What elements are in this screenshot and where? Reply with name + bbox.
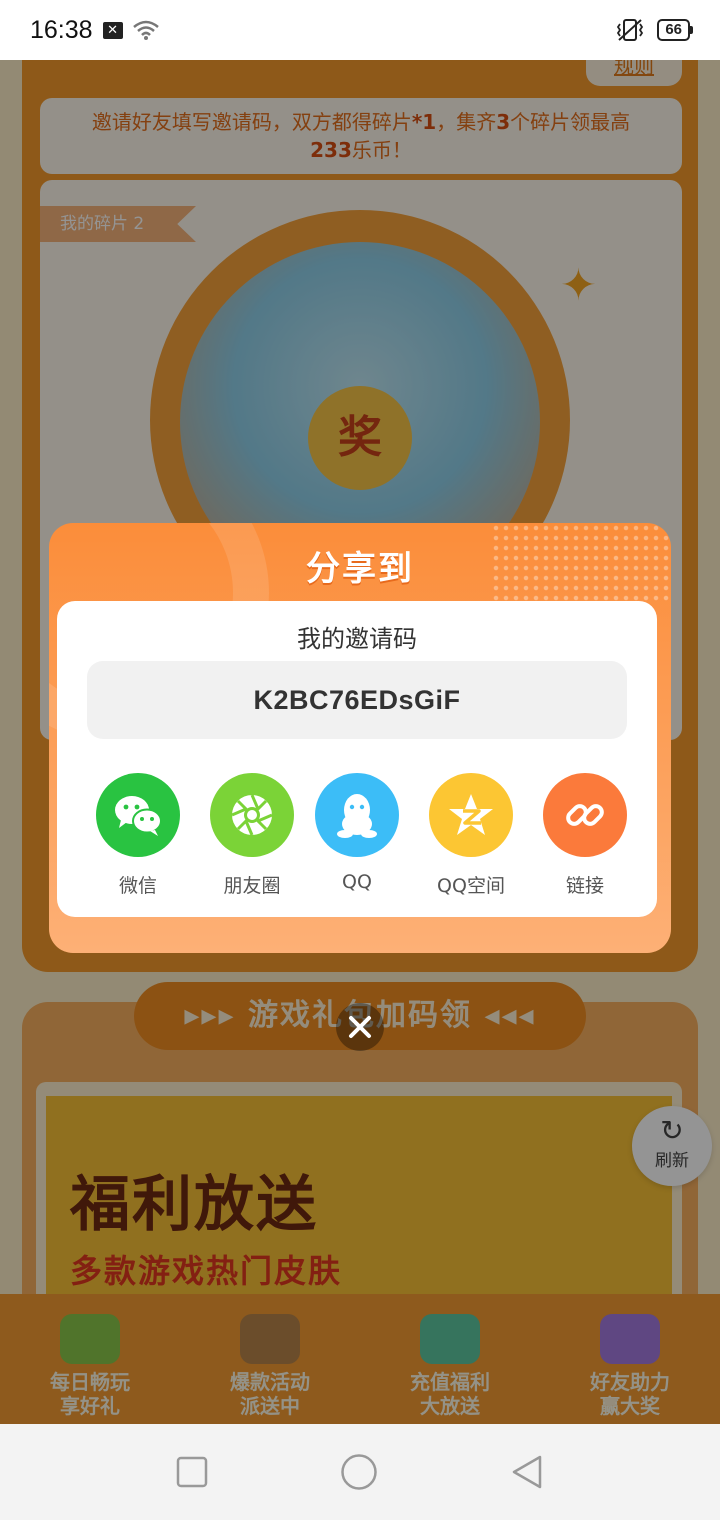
share-card: 我的邀请码 K2BC76EDsGiF 微信 朋友圈 QQ QQ空间 链接 [57, 601, 657, 917]
wechat-icon [96, 773, 180, 857]
share-link-label: 链接 [565, 875, 604, 897]
share-options: 微信 朋友圈 QQ QQ空间 链接 [57, 773, 657, 903]
close-button[interactable] [336, 1003, 384, 1051]
qzone-icon [429, 773, 513, 857]
close-icon [349, 1016, 371, 1038]
share-modal: 分享到 我的邀请码 K2BC76EDsGiF 微信 朋友圈 QQ QQ空间 链接 [49, 523, 671, 953]
share-qq-label: QQ [342, 871, 372, 893]
modal-title: 分享到 [306, 549, 414, 589]
invite-code-field[interactable]: K2BC76EDsGiF [87, 661, 627, 739]
share-qzone-label: QQ空间 [437, 875, 505, 897]
moments-icon [210, 773, 294, 857]
share-wechat-button[interactable]: 微信 [81, 773, 195, 898]
wifi-icon [132, 20, 159, 40]
notification-x-icon: ✕ [102, 21, 123, 39]
vibrate-icon [617, 19, 644, 41]
status-bar: 16:38 ✕ 66 [0, 0, 720, 60]
link-icon [543, 773, 627, 857]
system-nav-bar [0, 1424, 720, 1520]
recent-apps-button[interactable] [176, 1456, 208, 1488]
share-moments-button[interactable]: 朋友圈 [195, 773, 309, 898]
share-link-button[interactable]: 链接 [528, 773, 642, 898]
status-time: 16:38 [30, 15, 93, 44]
invite-code-label: 我的邀请码 [297, 625, 417, 653]
share-qzone-button[interactable]: QQ空间 [414, 773, 528, 898]
share-qq-button[interactable]: QQ [300, 773, 414, 893]
home-button[interactable] [340, 1453, 378, 1491]
qq-icon [315, 773, 399, 857]
share-wechat-label: 微信 [118, 875, 157, 897]
battery-icon: 66 [657, 19, 693, 41]
share-moments-label: 朋友圈 [223, 875, 281, 897]
back-button[interactable] [510, 1454, 544, 1490]
